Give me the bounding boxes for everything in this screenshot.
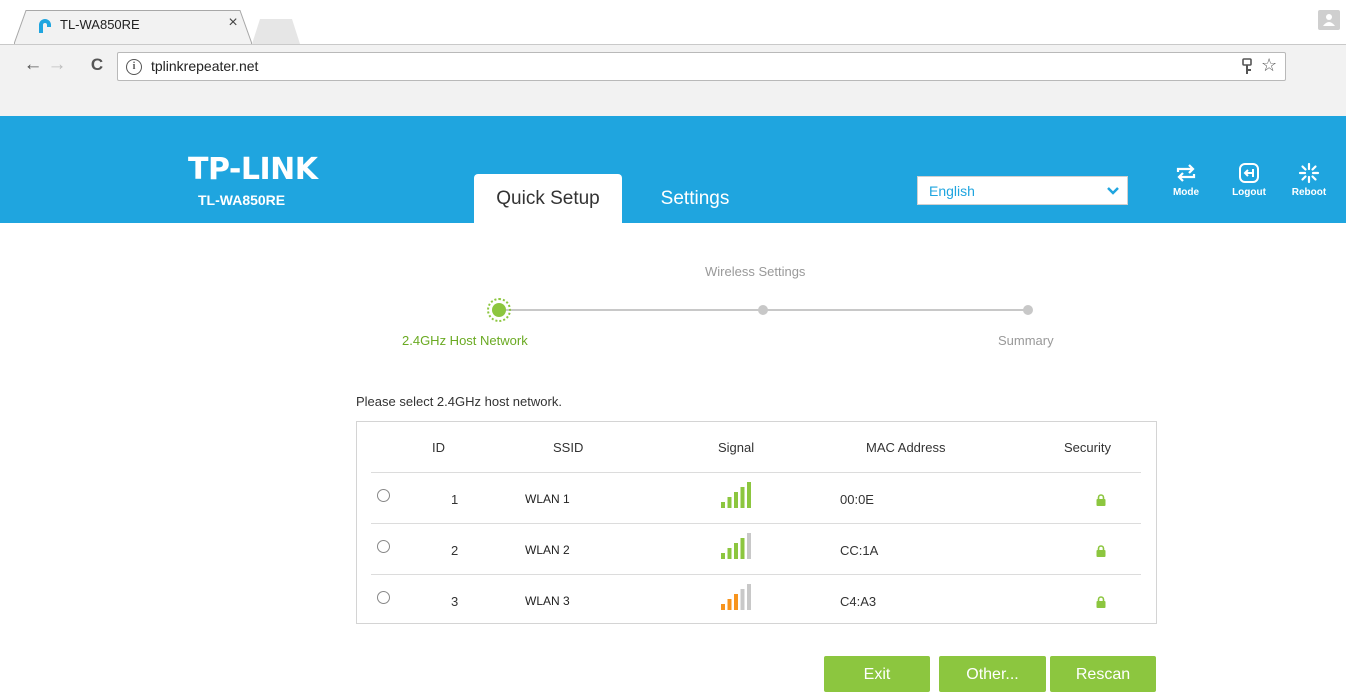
key-icon[interactable] bbox=[1240, 58, 1254, 76]
mode-label: Mode bbox=[1172, 187, 1200, 198]
column-header-signal: Signal bbox=[718, 440, 755, 455]
signal-bar bbox=[734, 492, 738, 508]
router-header: TP-LINK TL-WA850RE Quick Setup Settings … bbox=[0, 116, 1346, 223]
address-bar[interactable]: i tplinkrepeater.net ☆ bbox=[117, 52, 1286, 81]
rescan-button[interactable]: Rescan bbox=[1050, 656, 1156, 692]
forward-icon[interactable]: → bbox=[46, 54, 68, 76]
network-ssid: WLAN 1 bbox=[525, 492, 570, 506]
new-tab-button[interactable] bbox=[252, 19, 300, 44]
network-mac: CC:1A bbox=[840, 543, 879, 558]
signal-bar bbox=[721, 553, 725, 559]
person-icon bbox=[1323, 14, 1335, 26]
column-header-mac: MAC Address bbox=[866, 440, 946, 455]
signal-strength-icon bbox=[721, 482, 751, 508]
network-radio[interactable] bbox=[377, 591, 390, 604]
logout-label: Logout bbox=[1232, 187, 1266, 198]
language-value: English bbox=[929, 183, 975, 199]
other-button[interactable]: Other... bbox=[939, 656, 1046, 692]
table-row[interactable]: 3 WLAN 3 C4:A3 bbox=[371, 574, 1141, 625]
column-header-ssid: SSID bbox=[553, 440, 584, 455]
bookmark-star-icon[interactable]: ☆ bbox=[1261, 55, 1277, 76]
signal-bar bbox=[727, 599, 732, 610]
signal-bar bbox=[721, 604, 725, 610]
tplink-logo: TP-LINK bbox=[188, 152, 318, 187]
signal-bar bbox=[747, 533, 751, 559]
signal-bar bbox=[727, 548, 732, 559]
tab-settings[interactable]: Settings bbox=[640, 174, 750, 223]
device-model: TL-WA850RE bbox=[198, 192, 286, 208]
tab-close-icon[interactable]: × bbox=[224, 14, 242, 32]
language-select[interactable]: English bbox=[917, 176, 1128, 205]
network-mac: C4:A3 bbox=[840, 594, 877, 609]
signal-strength-icon bbox=[721, 584, 751, 610]
back-icon[interactable]: ← bbox=[22, 54, 44, 76]
signal-bar bbox=[727, 497, 732, 508]
signal-bar bbox=[740, 487, 745, 508]
network-ssid: WLAN 3 bbox=[525, 594, 570, 608]
url-text[interactable]: tplinkrepeater.net bbox=[151, 58, 258, 74]
lock-icon bbox=[1096, 596, 1106, 608]
exit-button[interactable]: Exit bbox=[824, 656, 930, 692]
column-header-security: Security bbox=[1064, 440, 1111, 455]
network-id: 3 bbox=[451, 594, 459, 609]
signal-bar bbox=[740, 589, 745, 610]
profile-button[interactable] bbox=[1318, 10, 1340, 30]
reboot-icon bbox=[1298, 162, 1320, 184]
host-network-table: ID SSID Signal MAC Address Security 1 WL… bbox=[356, 421, 1157, 624]
tab-title: TL-WA850RE bbox=[60, 17, 140, 32]
logout-button[interactable]: Logout bbox=[1227, 162, 1271, 210]
signal-bar bbox=[740, 538, 745, 559]
signal-bar bbox=[747, 584, 751, 610]
network-id: 1 bbox=[451, 492, 459, 507]
signal-bar bbox=[734, 594, 738, 610]
network-mac: 00:0E bbox=[840, 492, 874, 507]
signal-strength-icon bbox=[721, 533, 751, 559]
mode-icon bbox=[1176, 164, 1196, 182]
network-ssid: WLAN 2 bbox=[525, 543, 570, 557]
progress-dot-active bbox=[487, 298, 511, 322]
network-radio[interactable] bbox=[377, 540, 390, 553]
tab-quick-setup[interactable]: Quick Setup bbox=[474, 174, 622, 223]
step-summary: Summary bbox=[998, 333, 1054, 348]
network-id: 2 bbox=[451, 543, 459, 558]
table-row[interactable]: 2 WLAN 2 CC:1A bbox=[371, 523, 1141, 574]
lock-icon bbox=[1096, 545, 1106, 557]
wizard-step-title: Wireless Settings bbox=[705, 264, 806, 279]
column-header-id: ID bbox=[432, 440, 445, 455]
logout-icon bbox=[1239, 163, 1259, 183]
network-radio[interactable] bbox=[377, 489, 390, 502]
step-host-network: 2.4GHz Host Network bbox=[402, 333, 528, 348]
reboot-label: Reboot bbox=[1291, 187, 1327, 198]
reload-icon[interactable]: C bbox=[86, 54, 108, 76]
progress-dot-summary bbox=[1023, 305, 1033, 315]
table-row[interactable]: 1 WLAN 1 00:0E bbox=[371, 472, 1141, 523]
select-network-prompt: Please select 2.4GHz host network. bbox=[356, 394, 562, 409]
reboot-button[interactable]: Reboot bbox=[1287, 162, 1331, 210]
lock-icon bbox=[1096, 494, 1106, 506]
chevron-down-icon bbox=[1107, 187, 1119, 195]
info-icon[interactable]: i bbox=[126, 59, 142, 75]
signal-bar bbox=[747, 482, 751, 508]
tplink-favicon-icon bbox=[39, 19, 51, 33]
signal-bar bbox=[721, 502, 725, 508]
signal-bar bbox=[734, 543, 738, 559]
mode-button[interactable]: Mode bbox=[1164, 162, 1208, 210]
progress-dot-middle bbox=[758, 305, 768, 315]
